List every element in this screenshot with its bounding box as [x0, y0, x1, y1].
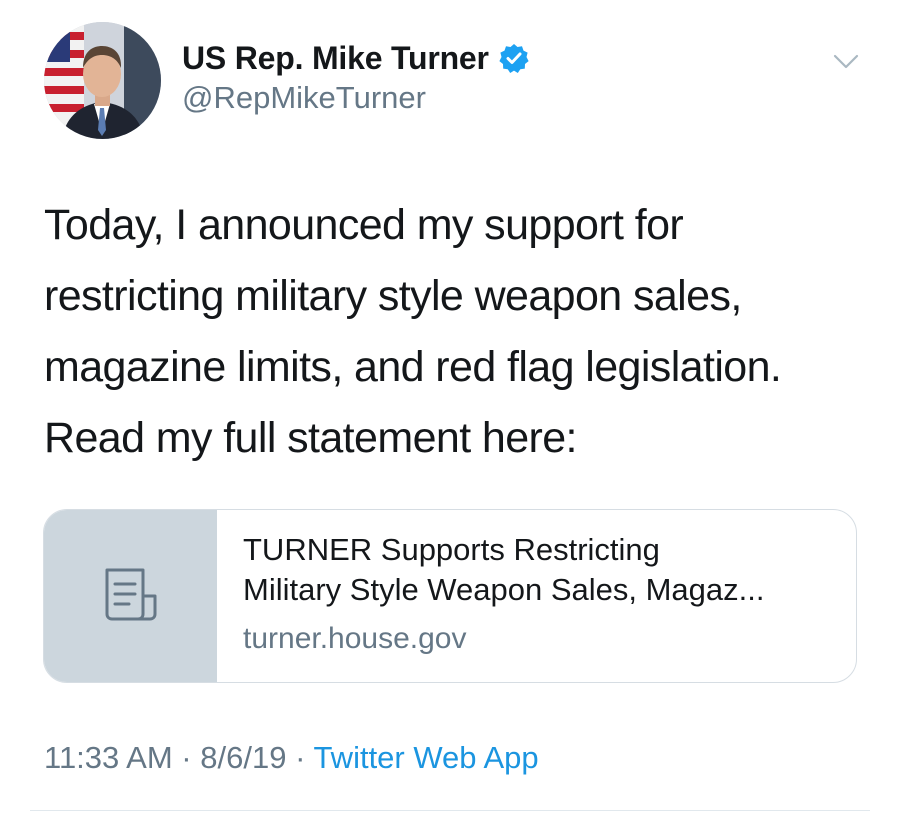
tweet-meta: 11:33 AM · 8/6/19 · Twitter Web App: [44, 740, 539, 776]
tweet: US Rep. Mike Turner @RepMikeTurner Today…: [0, 0, 900, 817]
card-title: TURNER Supports Restricting Military Sty…: [243, 532, 765, 607]
tweet-source-link[interactable]: Twitter Web App: [313, 740, 538, 775]
tweet-text: Today, I announced my support for restri…: [44, 201, 782, 462]
card-thumbnail: [44, 510, 217, 682]
display-name[interactable]: US Rep. Mike Turner: [182, 40, 489, 77]
user-handle[interactable]: @RepMikeTurner: [182, 80, 426, 116]
meta-separator: ·: [172, 740, 201, 775]
avatar-image: [44, 22, 161, 139]
document-icon: [99, 564, 163, 629]
avatar[interactable]: [44, 22, 161, 139]
divider: [30, 810, 870, 811]
tweet-date[interactable]: 8/6/19: [200, 740, 286, 775]
link-card[interactable]: TURNER Supports Restricting Military Sty…: [43, 509, 857, 683]
verified-badge-icon: [499, 43, 529, 73]
card-body: TURNER Supports Restricting Military Sty…: [217, 510, 856, 682]
name-row: US Rep. Mike Turner: [182, 38, 529, 78]
tweet-time[interactable]: 11:33 AM: [44, 740, 173, 775]
chevron-down-icon[interactable]: [832, 50, 860, 72]
meta-separator: ·: [286, 740, 314, 775]
card-domain: turner.house.gov: [243, 622, 467, 655]
